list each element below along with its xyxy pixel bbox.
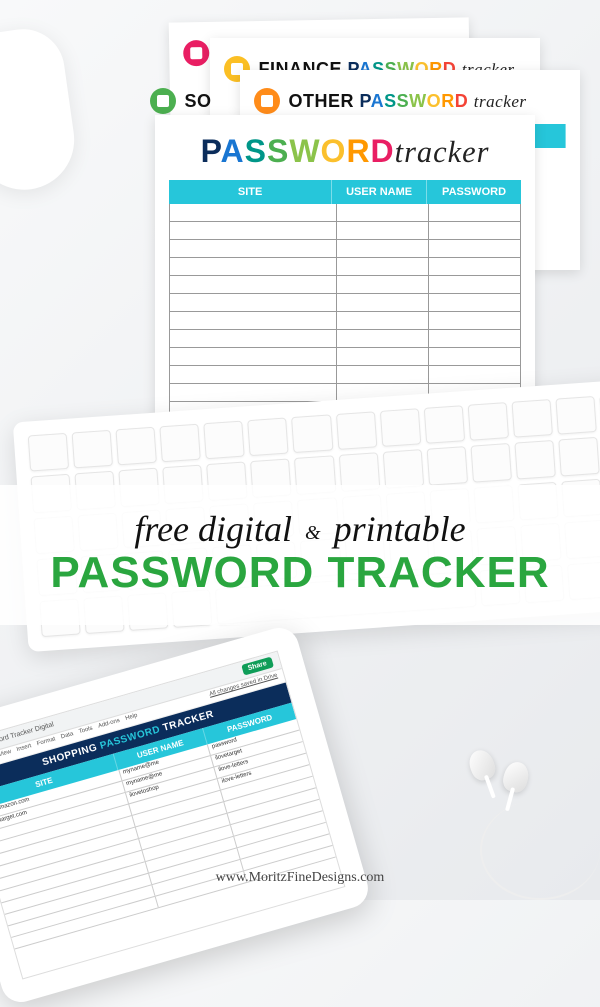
medical-icon <box>183 40 209 66</box>
main-table-header: SITE USER NAME PASSWORD <box>169 180 521 204</box>
col-username: USER NAME <box>332 180 427 204</box>
sheet-social-title: SO <box>184 91 211 112</box>
headline-main: PASSWORD TRACKER <box>10 551 590 595</box>
earbud-right <box>501 759 532 794</box>
main-sheet-title: PASSWORDtracker <box>169 133 521 170</box>
tablet-screen: Password Tracker Digital FileEditViewIns… <box>0 650 345 979</box>
sheet-other-title: OTHER PASSWORD tracker <box>288 91 526 112</box>
phone-icon <box>150 88 176 114</box>
earbuds <box>450 750 550 830</box>
col-password: PASSWORD <box>427 180 521 204</box>
tablet-device: Share Password Tracker Digital FileEditV… <box>0 623 373 1007</box>
col-site: SITE <box>169 180 332 204</box>
footer-url: www.MoritzFineDesigns.com <box>0 870 600 886</box>
tag-icon <box>254 88 280 114</box>
earbud-left <box>466 747 499 783</box>
computer-mouse <box>0 24 81 196</box>
headline-script: free digital & printable <box>10 511 590 547</box>
headline-overlay: free digital & printable PASSWORD TRACKE… <box>0 485 600 625</box>
